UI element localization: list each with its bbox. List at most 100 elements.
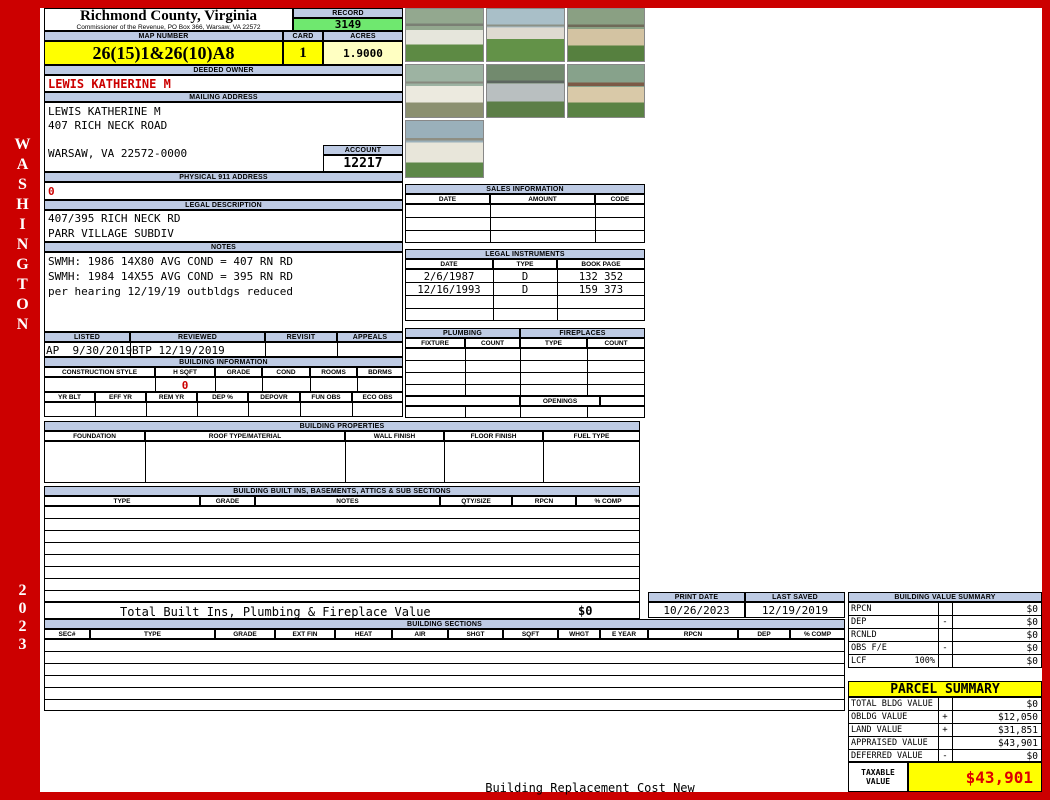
divider (587, 349, 588, 395)
year-vertical-label: 2023 (14, 582, 31, 654)
grade-header: GRADE (215, 367, 262, 377)
sales-date-header: DATE (405, 194, 490, 204)
divider (262, 378, 263, 391)
acres-header: ACRES (323, 31, 403, 41)
reviewed-value: BTP 12/19/2019 (132, 344, 225, 357)
divider (145, 442, 146, 482)
divider (595, 205, 596, 242)
divider (465, 349, 466, 395)
legal-instruments-header: LEGAL INSTRUMENTS (405, 249, 645, 259)
foundation-header: FOUNDATION (44, 431, 145, 441)
physical-911-header: PHYSICAL 911 ADDRESS (44, 172, 403, 182)
rooms-header: ROOMS (310, 367, 357, 377)
bdrms-header: BDRMS (357, 367, 403, 377)
divider (465, 407, 466, 417)
depovr-header: DEPOVR (248, 392, 300, 402)
sec-header: SEC# (44, 629, 90, 639)
reviewed-header: REVIEWED (130, 332, 265, 342)
building-information-header: BUILDING INFORMATION (44, 357, 403, 367)
built-ins-total-value: $0 (578, 604, 593, 618)
property-photo-4 (405, 64, 484, 118)
bvs-value: $0 (1026, 604, 1038, 615)
bvs-operator: - (942, 643, 948, 653)
record-value: 3149 (293, 18, 403, 31)
ps-label: DEFERRED VALUE (851, 751, 923, 761)
taxable-value: $43,901 (908, 762, 1042, 792)
built-ins-type-header: TYPE (44, 496, 200, 506)
divider (95, 403, 96, 416)
deeded-owner-value: LEWIS KATHERINE M (44, 75, 403, 92)
sec-shgt-header: SHGT (448, 629, 503, 639)
county-header-box: Richmond County, Virginia Commissioner o… (44, 8, 293, 31)
building-properties-body (44, 441, 640, 483)
ps-value: $12,050 (997, 712, 1038, 723)
sales-code-header: CODE (595, 194, 645, 204)
county-title: Richmond County, Virginia (79, 7, 258, 24)
divider (248, 403, 249, 416)
account-value: 12217 (323, 155, 403, 172)
last-saved-header: LAST SAVED (745, 592, 845, 602)
building-info-row-2 (44, 402, 403, 417)
construction-style-header: CONSTRUCTION STYLE (44, 367, 155, 377)
county-subtitle: Commissioner of the Revenue, PO Box 366,… (76, 23, 261, 31)
ps-value: $0 (1026, 751, 1038, 762)
built-ins-grade-header: GRADE (200, 496, 255, 506)
divider (543, 442, 544, 482)
li-date-header: DATE (405, 259, 493, 269)
sec-grade-header: GRADE (215, 629, 275, 639)
fuel-type-header: FUEL TYPE (543, 431, 640, 441)
fireplaces-header: FIREPLACES (520, 328, 645, 338)
parcel-summary-header: PARCEL SUMMARY (848, 681, 1042, 697)
print-date-value: 10/26/2023 (648, 602, 745, 618)
mailing-line-1: LEWIS KATHERINE M (48, 105, 161, 118)
wall-finish-header: WALL FINISH (345, 431, 444, 441)
built-ins-header: BUILDING BUILT INS, BASEMENTS, ATTICS & … (44, 486, 640, 496)
building-info-row-1 (44, 377, 403, 392)
divider (345, 442, 346, 482)
sales-information-header: SALES INFORMATION (405, 184, 645, 194)
built-ins-comp-header: % COMP (576, 496, 640, 506)
sales-rows (405, 204, 645, 243)
built-ins-rows (44, 506, 640, 602)
sec-whgt-header: WHGT (558, 629, 600, 639)
built-ins-notes-header: NOTES (255, 496, 440, 506)
ps-label: APPRAISED VALUE (851, 738, 928, 748)
ps-label: TOTAL BLDG VALUE (851, 699, 933, 709)
sec-rpcn-header: RPCN (648, 629, 738, 639)
legal-description-line-2: PARR VILLAGE SUBDIV (48, 227, 174, 240)
built-ins-qty-header: QTY/SIZE (440, 496, 512, 506)
divider (444, 442, 445, 482)
property-photo-1 (405, 8, 484, 62)
h-sqft-header: H SQFT (155, 367, 215, 377)
notes-header: NOTES (44, 242, 403, 252)
map-number-value: 26(15)1&26(10)A8 (44, 41, 283, 65)
divider (952, 698, 953, 761)
record-header: RECORD (293, 8, 403, 18)
divider (197, 403, 198, 416)
divider (587, 407, 588, 417)
roof-type-header: ROOF TYPE/MATERIAL (145, 431, 345, 441)
card-header: CARD (283, 31, 323, 41)
dep-pct-header: DEP % (197, 392, 248, 402)
plumbing-header: PLUMBING (405, 328, 520, 338)
bvs-label: DEP (851, 617, 867, 627)
divider (310, 378, 311, 391)
li-bookpage-header: BOOK PAGE (557, 259, 645, 269)
bvs-label: RCNLD (851, 630, 877, 640)
sales-amount-header: AMOUNT (490, 194, 595, 204)
ps-value: $0 (1026, 699, 1038, 710)
fun-obs-header: FUN OBS (300, 392, 352, 402)
bvs-label: LCF (851, 656, 867, 666)
plumbing-rows-bottom (405, 406, 645, 418)
eff-yr-header: EFF YR (95, 392, 146, 402)
fixture-header: FIXTURE (405, 338, 465, 348)
building-value-summary-header: BUILDING VALUE SUMMARY (848, 592, 1042, 602)
legal-description-line-1: 407/395 RICH NECK RD (48, 212, 181, 225)
built-ins-total-label: Total Built Ins, Plumbing & Fireplace Va… (120, 605, 431, 619)
bvs-value: $0 (1026, 617, 1038, 628)
plumbing-rows (405, 348, 645, 396)
bvs-lcf-percent: 100% (914, 656, 935, 666)
physical-911-value: 0 (44, 182, 403, 200)
card-value: 1 (283, 41, 323, 65)
fireplace-type-header: TYPE (520, 338, 587, 348)
